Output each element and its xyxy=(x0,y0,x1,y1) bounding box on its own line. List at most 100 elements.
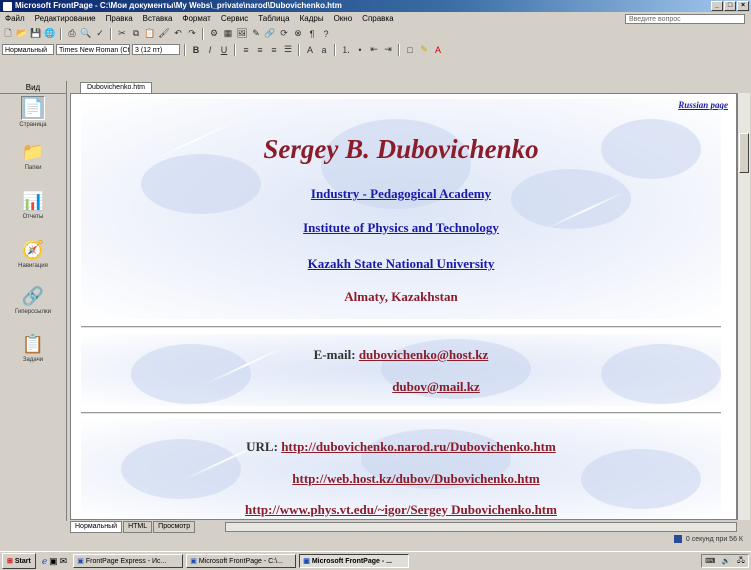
menu-insert[interactable]: Вставка xyxy=(138,14,178,23)
email-link-1[interactable]: dubovichenko@host.kz xyxy=(359,347,489,362)
style-select[interactable]: Нормальный xyxy=(2,44,54,55)
menu-table[interactable]: Таблица xyxy=(253,14,294,23)
table-icon[interactable]: ▦ xyxy=(222,28,234,40)
increase-indent-icon[interactable]: ⇥ xyxy=(382,44,394,56)
menu-help[interactable]: Справка xyxy=(357,14,398,23)
publish-icon[interactable]: 🌐 xyxy=(44,28,56,40)
bullets-icon[interactable]: • xyxy=(354,44,366,56)
numbering-icon[interactable]: ⒈ xyxy=(340,44,352,56)
bold-button[interactable]: B xyxy=(190,44,202,56)
spelling-icon[interactable]: ✓ xyxy=(94,28,106,40)
component-icon[interactable]: ⚙ xyxy=(208,28,220,40)
language-icon[interactable]: ⌨ xyxy=(705,557,715,565)
decrease-indent-icon[interactable]: ⇤ xyxy=(368,44,380,56)
print-icon[interactable]: ⎙ xyxy=(66,28,78,40)
border-icon[interactable]: □ xyxy=(404,44,416,56)
menu-format[interactable]: Формат xyxy=(177,14,215,23)
view-page[interactable]: 📄 Страница xyxy=(3,96,63,140)
maximize-button[interactable]: □ xyxy=(724,1,736,11)
divider-1 xyxy=(81,326,721,328)
url-link-2[interactable]: http://web.host.kz/dubov/Dubovichenko.ht… xyxy=(292,471,539,486)
font-color-icon[interactable]: A xyxy=(432,44,444,56)
undo-icon[interactable]: ↶ xyxy=(172,28,184,40)
url-link-3[interactable]: http://www.phys.vt.edu/~igor/Sergey Dubo… xyxy=(245,502,557,517)
view-navigation[interactable]: 🧭 Навигация xyxy=(3,239,63,283)
help-icon[interactable]: ? xyxy=(320,28,332,40)
open-folder-icon[interactable]: 📂 xyxy=(16,28,28,40)
format-painter-icon[interactable]: 🖌 xyxy=(158,28,170,40)
tab-normal[interactable]: Нормальный xyxy=(70,520,123,533)
menu-tools[interactable]: Сервис xyxy=(216,14,253,23)
taskbar: ⊞ Start ℯ ▣ ✉ ▣ FrontPage Express - Ис..… xyxy=(0,551,751,570)
reports-icon: 📊 xyxy=(21,190,45,211)
vertical-scrollbar[interactable] xyxy=(737,93,750,520)
view-tasks[interactable]: 📋 Задачи xyxy=(3,333,63,377)
font-select[interactable]: Times New Roman (Ct xyxy=(56,44,130,55)
page-view-icon: 📄 xyxy=(21,96,45,120)
save-icon[interactable]: 💾 xyxy=(30,28,42,40)
title-bar: Microsoft FrontPage - C:\Мои документы\M… xyxy=(0,0,751,12)
document-tab[interactable]: Dubovichenko.htm xyxy=(80,82,152,93)
scroll-thumb[interactable] xyxy=(739,133,749,173)
refresh-icon[interactable]: ⟳ xyxy=(278,28,290,40)
download-time: 0 секунд при 56 К xyxy=(685,535,743,543)
font-size-select[interactable]: 3 (12 пт) xyxy=(132,44,180,55)
align-left-icon[interactable]: ≡ xyxy=(240,44,252,56)
menu-file[interactable]: Файл xyxy=(0,14,30,23)
start-button[interactable]: ⊞ Start xyxy=(2,553,36,569)
tasks-icon: 📋 xyxy=(21,333,45,354)
picture-icon[interactable]: 🖼 xyxy=(236,28,248,40)
increase-font-icon[interactable]: A xyxy=(304,44,316,56)
horizontal-scrollbar[interactable] xyxy=(225,522,737,532)
cut-icon[interactable]: ✂ xyxy=(116,28,128,40)
menu-frames[interactable]: Кадры xyxy=(295,14,329,23)
russian-page-link[interactable]: Russian page xyxy=(678,100,728,110)
align-right-icon[interactable]: ≡ xyxy=(268,44,280,56)
affiliation-link-1[interactable]: Industry - Pedagogical Academy xyxy=(311,186,491,201)
paste-icon[interactable]: 📋 xyxy=(144,28,156,40)
align-center-icon[interactable]: ≡ xyxy=(254,44,266,56)
task-frontpage-2[interactable]: ▣ Microsoft FrontPage - ... xyxy=(299,554,410,568)
close-button[interactable]: × xyxy=(737,1,749,11)
email-label: E-mail: xyxy=(313,347,356,362)
stop-icon[interactable]: ⊗ xyxy=(292,28,304,40)
network-icon[interactable]: 🖧 xyxy=(737,556,745,567)
menu-edit[interactable]: Редактирование xyxy=(30,14,101,23)
tab-preview[interactable]: Просмотр xyxy=(153,520,196,533)
menu-window[interactable]: Окно xyxy=(329,14,358,23)
system-tray: ⌨ 🔊 🖧 xyxy=(701,554,749,568)
decrease-font-icon[interactable]: a xyxy=(318,44,330,56)
underline-button[interactable]: U xyxy=(218,44,230,56)
copy-icon[interactable]: ⧉ xyxy=(130,28,142,40)
justify-icon[interactable]: ☰ xyxy=(282,44,294,56)
volume-icon[interactable]: 🔊 xyxy=(722,557,731,565)
url-link-1[interactable]: http://dubovichenko.narod.ru/Dubovichenk… xyxy=(281,439,556,454)
redo-icon[interactable]: ↷ xyxy=(186,28,198,40)
tab-html[interactable]: HTML xyxy=(123,520,153,533)
view-reports[interactable]: 📊 Отчеты xyxy=(3,190,63,234)
preview-icon[interactable]: 🔍 xyxy=(80,28,92,40)
affiliation-link-3[interactable]: Kazakh State National University xyxy=(308,256,495,271)
italic-button[interactable]: I xyxy=(204,44,216,56)
drawing-icon[interactable]: ✎ xyxy=(250,28,262,40)
windows-logo-icon: ⊞ xyxy=(7,558,13,565)
location-text: Almaty, Kazakhstan xyxy=(344,289,458,304)
view-hyperlinks[interactable]: 🔗 Гиперссылки xyxy=(3,285,63,329)
minimize-button[interactable]: _ xyxy=(711,1,723,11)
navigation-icon: 🧭 xyxy=(21,239,45,260)
ie-icon[interactable]: ℯ xyxy=(42,556,47,567)
show-all-icon[interactable]: ¶ xyxy=(306,28,318,40)
view-folders[interactable]: 📁 Папки xyxy=(3,141,63,185)
page-editor[interactable]: Russian page Sergey B. Dubovichenko Indu… xyxy=(70,93,737,520)
affiliation-link-2[interactable]: Institute of Physics and Technology xyxy=(303,220,499,235)
highlight-icon[interactable]: ✎ xyxy=(418,44,430,56)
menu-view[interactable]: Правка xyxy=(101,14,138,23)
hyperlink-icon[interactable]: 🔗 xyxy=(264,28,276,40)
task-frontpage-1[interactable]: ▣ Microsoft FrontPage - C:\... xyxy=(186,554,297,568)
outlook-icon[interactable]: ✉ xyxy=(60,556,68,567)
task-frontpage-express[interactable]: ▣ FrontPage Express - Ис... xyxy=(73,554,184,568)
help-question-input[interactable]: Введите вопрос xyxy=(625,14,745,24)
email-link-2[interactable]: dubov@mail.kz xyxy=(392,379,480,394)
desktop-icon[interactable]: ▣ xyxy=(49,556,58,567)
new-page-icon[interactable]: 🗋 xyxy=(2,28,14,40)
